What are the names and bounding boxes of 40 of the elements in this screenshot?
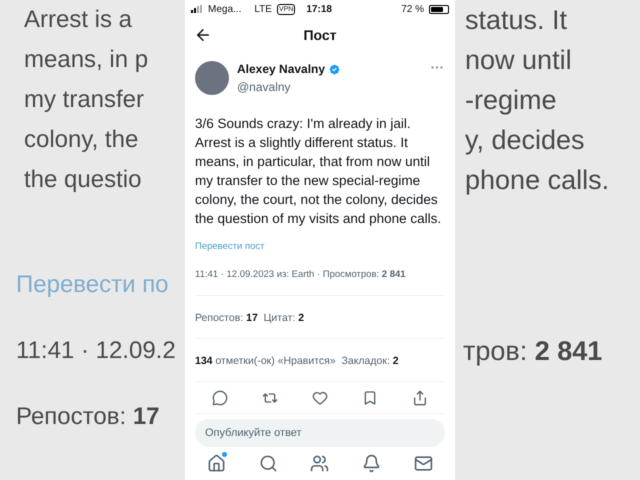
- blurred-text: now until: [465, 45, 572, 75]
- blurred-text: Arrest is a: [24, 6, 132, 33]
- people-icon: [310, 454, 330, 474]
- blurred-text: the questio: [24, 166, 142, 193]
- share-icon: [412, 390, 428, 406]
- reply-icon: [212, 390, 228, 406]
- mail-icon: [414, 454, 433, 474]
- search-icon: [258, 454, 278, 474]
- blurred-text: y, decides: [465, 125, 585, 155]
- blurred-text: 11:41 · 12.09.2: [16, 337, 176, 364]
- page-title: Пост: [303, 26, 337, 44]
- blurred-text: phone calls.: [465, 165, 610, 195]
- bookmark-icon: [362, 390, 378, 406]
- blurred-text: Перевести по: [16, 271, 169, 298]
- blurred-text: Репостов: 17: [16, 403, 160, 430]
- author-handle: @navalny: [237, 79, 292, 96]
- post-stats: Репостов: 17 Цитат: 2: [195, 312, 304, 324]
- carrier-text: Mega...: [208, 2, 242, 16]
- blurred-text: status. It: [465, 5, 568, 35]
- reply-field[interactable]: Опубликуйте ответ: [195, 419, 445, 448]
- clock-text: 17:18: [306, 2, 332, 16]
- translate-link[interactable]: Перевести пост: [185, 240, 274, 254]
- blurred-text: means, in p: [24, 46, 148, 73]
- battery-text: 72 %: [401, 2, 424, 16]
- signal-icon: [191, 5, 203, 13]
- blurred-text: colony, the: [24, 126, 138, 153]
- home-icon: [207, 454, 226, 474]
- post-meta: 11:41 · 12.09.2023 из: Earth · Просмотров: 2 841: [195, 269, 406, 280]
- bell-icon: [362, 454, 382, 474]
- author-name: Alexey Navalny: [237, 61, 326, 78]
- avatar: [195, 61, 229, 95]
- blurred-text: -regime: [465, 85, 557, 115]
- network-text: LTE: [254, 2, 272, 16]
- post-stats: 134 отметки(-ок) «Нравится» Закладок: 2: [195, 355, 399, 368]
- heart-icon: [312, 390, 328, 406]
- more-icon: [431, 66, 443, 69]
- post-text: 3/6 Sounds crazy: I'm already in jail. Arrest is a slightly different status. It means, in particular, that from now until my transfer to the new special-regime colony, the court, not the colony, decides the question of my visits and phone calls.: [194, 115, 442, 228]
- blurred-text: my transfer: [24, 86, 144, 113]
- battery-icon: [429, 4, 449, 14]
- blurred-text: тров: 2 841: [463, 336, 602, 366]
